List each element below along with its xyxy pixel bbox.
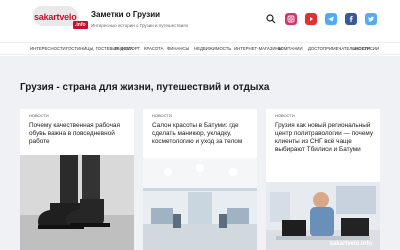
- article-card[interactable]: Новости Почему качественная рабочая обув…: [20, 109, 134, 250]
- instagram-icon[interactable]: [285, 13, 297, 25]
- watermark: sakartvelo.info: [329, 241, 372, 247]
- header-icons: [265, 13, 377, 25]
- facebook-icon[interactable]: [345, 13, 357, 25]
- telegram-icon[interactable]: [325, 13, 337, 25]
- twitter-icon[interactable]: [365, 13, 377, 25]
- nav-item-realty[interactable]: Недвижимость: [194, 46, 231, 51]
- card-title[interactable]: Грузия как новый региональный центр поли…: [275, 122, 377, 154]
- logo-text: sakartvelo: [34, 12, 77, 22]
- section-title: Грузия - страна для жизни, путешествий и…: [20, 82, 270, 93]
- card-title[interactable]: Почему качественная рабочая обувь важна …: [29, 122, 131, 146]
- logo-badge: .info: [73, 21, 88, 29]
- card-category[interactable]: Новости: [29, 113, 49, 118]
- nav-item-shops[interactable]: Интернет-магазины: [234, 46, 282, 51]
- nav-item-transport[interactable]: Транспорт: [114, 46, 140, 51]
- nav-item-tours[interactable]: Экскурсии: [353, 46, 379, 51]
- site-header: sakartvelo .info Заметки о Грузии Интере…: [0, 0, 400, 42]
- nav-item-companies[interactable]: Компании: [278, 46, 303, 51]
- nav-item-beauty[interactable]: Красота: [144, 46, 164, 51]
- card-title[interactable]: Салон красоты в Батуми: где сделать мани…: [152, 122, 254, 146]
- site-title[interactable]: Заметки о Грузии: [91, 10, 160, 19]
- nav-item-finance[interactable]: Финансы: [167, 46, 189, 51]
- card-category[interactable]: Новости: [275, 113, 295, 118]
- card-image-work-boots[interactable]: [20, 155, 134, 250]
- article-card[interactable]: Новости Грузия как новый региональный це…: [266, 109, 380, 250]
- main-content: Грузия - страна для жизни, путешествий и…: [0, 56, 400, 250]
- site-logo[interactable]: sakartvelo .info: [33, 4, 88, 34]
- main-nav: Интересности Гостиницы, гостевые дома Тр…: [0, 42, 400, 55]
- card-category[interactable]: Новости: [152, 113, 172, 118]
- search-icon[interactable]: [265, 13, 277, 25]
- site-subtitle: Интересные истории о Грузии и путешестви…: [91, 23, 188, 28]
- article-card[interactable]: Новости Салон красоты в Батуми: где сдел…: [143, 109, 257, 250]
- youtube-icon[interactable]: [305, 13, 317, 25]
- card-image-man-at-computer[interactable]: sakartvelo.info: [266, 182, 380, 250]
- card-image-beauty-salon[interactable]: [143, 158, 257, 250]
- nav-item-interesting[interactable]: Интересности: [30, 46, 66, 51]
